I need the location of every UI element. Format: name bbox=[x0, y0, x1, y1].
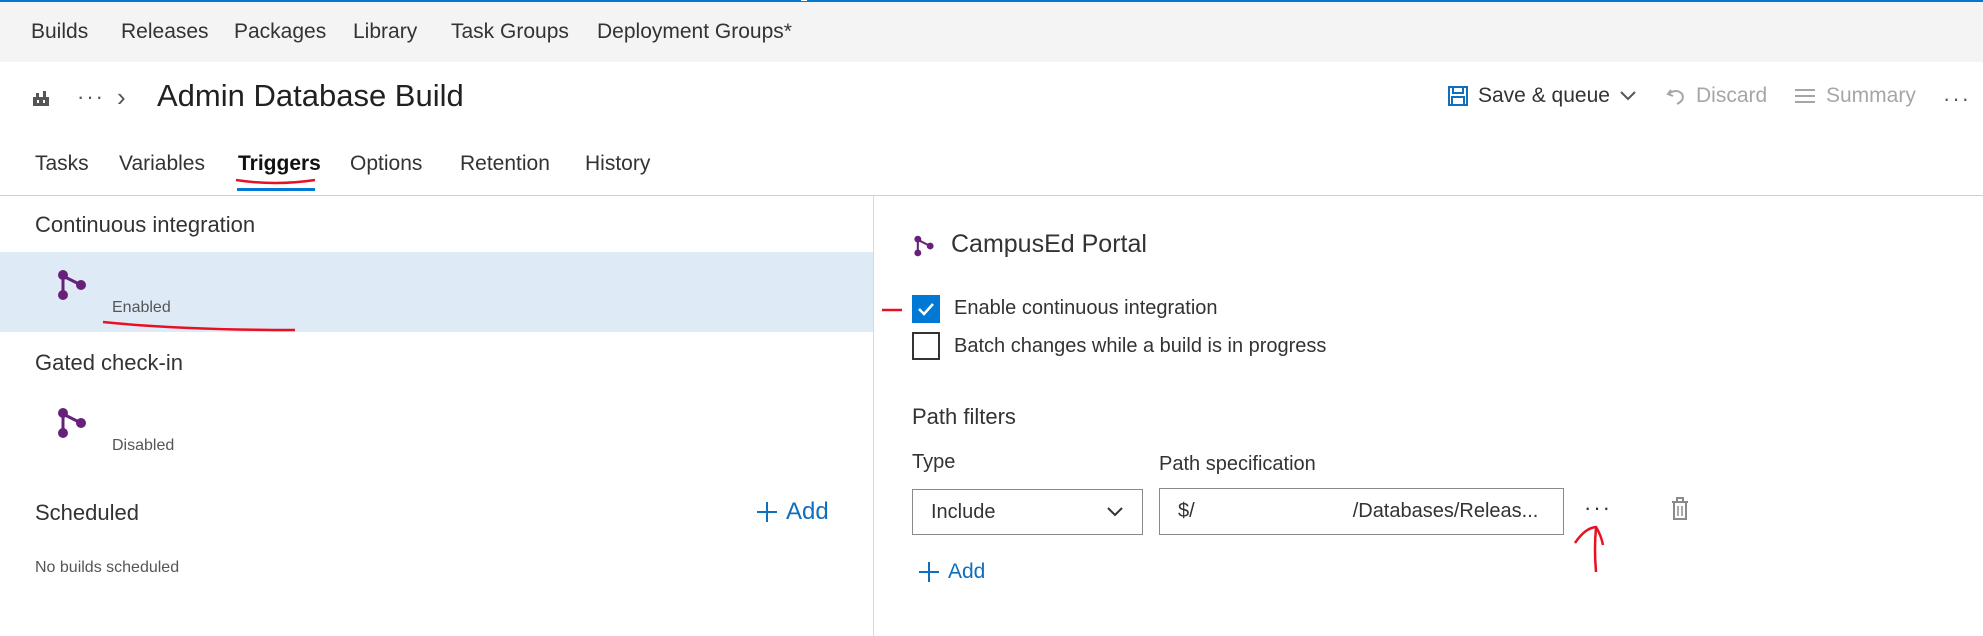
summary-label: Summary bbox=[1826, 84, 1916, 107]
more-actions-button[interactable]: ··· bbox=[1943, 86, 1971, 112]
save-queue-button[interactable]: Save & queue bbox=[1447, 84, 1637, 108]
tab-history[interactable]: History bbox=[585, 152, 650, 176]
discard-label: Discard bbox=[1696, 84, 1768, 107]
batch-changes-label: Batch changes while a build is in progre… bbox=[954, 335, 1327, 357]
type-label: Type bbox=[912, 451, 956, 473]
nav-deployment-groups[interactable]: Deployment Groups* bbox=[597, 0, 792, 62]
page-title: Admin Database Build bbox=[157, 78, 464, 113]
save-queue-label: Save & queue bbox=[1478, 84, 1610, 107]
undo-icon bbox=[1666, 89, 1684, 105]
tab-tasks[interactable]: Tasks bbox=[35, 152, 89, 176]
summary-button[interactable]: Summary bbox=[1793, 84, 1916, 108]
header-divider bbox=[0, 195, 1983, 196]
ci-trigger-row[interactable]: Enabled bbox=[0, 252, 873, 332]
nav-packages[interactable]: Packages bbox=[234, 0, 326, 62]
tab-retention[interactable]: Retention bbox=[460, 152, 550, 176]
floppy-disk-icon bbox=[1448, 86, 1468, 106]
batch-changes-checkbox[interactable] bbox=[912, 332, 940, 360]
nav-releases[interactable]: Releases bbox=[121, 0, 209, 62]
add-path-filter-label: Add bbox=[948, 560, 986, 583]
branch-trigger-icon bbox=[58, 270, 86, 300]
arrow-shaft-mark bbox=[1593, 527, 1598, 573]
progress-gap bbox=[801, 0, 807, 1]
no-schedules-text: No builds scheduled bbox=[35, 559, 180, 576]
branch-trigger-icon bbox=[914, 235, 934, 257]
path-spec-input[interactable]: $/ /Databases/Releas... bbox=[1159, 488, 1564, 535]
tab-active-indicator bbox=[237, 188, 315, 191]
build-definition-icon bbox=[31, 88, 51, 113]
breadcrumb-separator: › bbox=[117, 82, 126, 112]
path-filters-title: Path filters bbox=[912, 404, 1016, 429]
filter-type-value: Include bbox=[931, 500, 996, 523]
gated-section-title: Gated check-in bbox=[35, 350, 183, 375]
path-spec-label: Path specification bbox=[1159, 453, 1316, 475]
ci-section-title: Continuous integration bbox=[35, 212, 256, 237]
enable-ci-label: Enable continuous integration bbox=[954, 297, 1218, 319]
discard-button[interactable]: Discard bbox=[1665, 84, 1767, 108]
scheduled-section-title: Scheduled bbox=[35, 500, 139, 525]
add-schedule-label: Add bbox=[786, 498, 829, 525]
breadcrumb-ellipsis[interactable]: ··· bbox=[77, 84, 105, 110]
nav-builds[interactable]: Builds bbox=[31, 0, 88, 62]
chevron-down-icon bbox=[1107, 507, 1123, 517]
chevron-down-icon[interactable] bbox=[1619, 90, 1637, 102]
repository-name: CampusEd Portal bbox=[951, 230, 1147, 258]
arrow-head-mark bbox=[1573, 525, 1605, 546]
plus-icon bbox=[757, 502, 777, 522]
pane-divider bbox=[873, 196, 874, 636]
triggers-underline-mark bbox=[235, 178, 316, 185]
branch-trigger-icon bbox=[58, 408, 86, 438]
gated-status: Disabled bbox=[112, 437, 175, 454]
tab-variables[interactable]: Variables bbox=[119, 152, 205, 176]
checkmark-icon bbox=[918, 303, 934, 316]
add-schedule-button[interactable]: Add bbox=[756, 498, 829, 526]
ci-status: Enabled bbox=[112, 299, 171, 316]
path-prefix: $/ bbox=[1178, 500, 1195, 522]
enable-ci-checkbox[interactable] bbox=[912, 295, 940, 323]
plus-icon bbox=[919, 562, 939, 582]
gated-trigger-row[interactable]: Disabled bbox=[0, 390, 873, 470]
add-path-filter-button[interactable]: Add bbox=[918, 560, 985, 584]
nav-library[interactable]: Library bbox=[353, 0, 417, 62]
list-icon bbox=[1795, 89, 1815, 103]
tab-options[interactable]: Options bbox=[350, 152, 422, 176]
filter-type-select[interactable]: Include bbox=[912, 489, 1143, 535]
tab-triggers[interactable]: Triggers bbox=[238, 152, 321, 176]
trash-icon[interactable] bbox=[1670, 497, 1690, 521]
nav-task-groups[interactable]: Task Groups bbox=[451, 0, 569, 62]
browse-path-button[interactable]: ··· bbox=[1584, 495, 1612, 521]
path-value: /Databases/Releas... bbox=[1352, 500, 1539, 522]
